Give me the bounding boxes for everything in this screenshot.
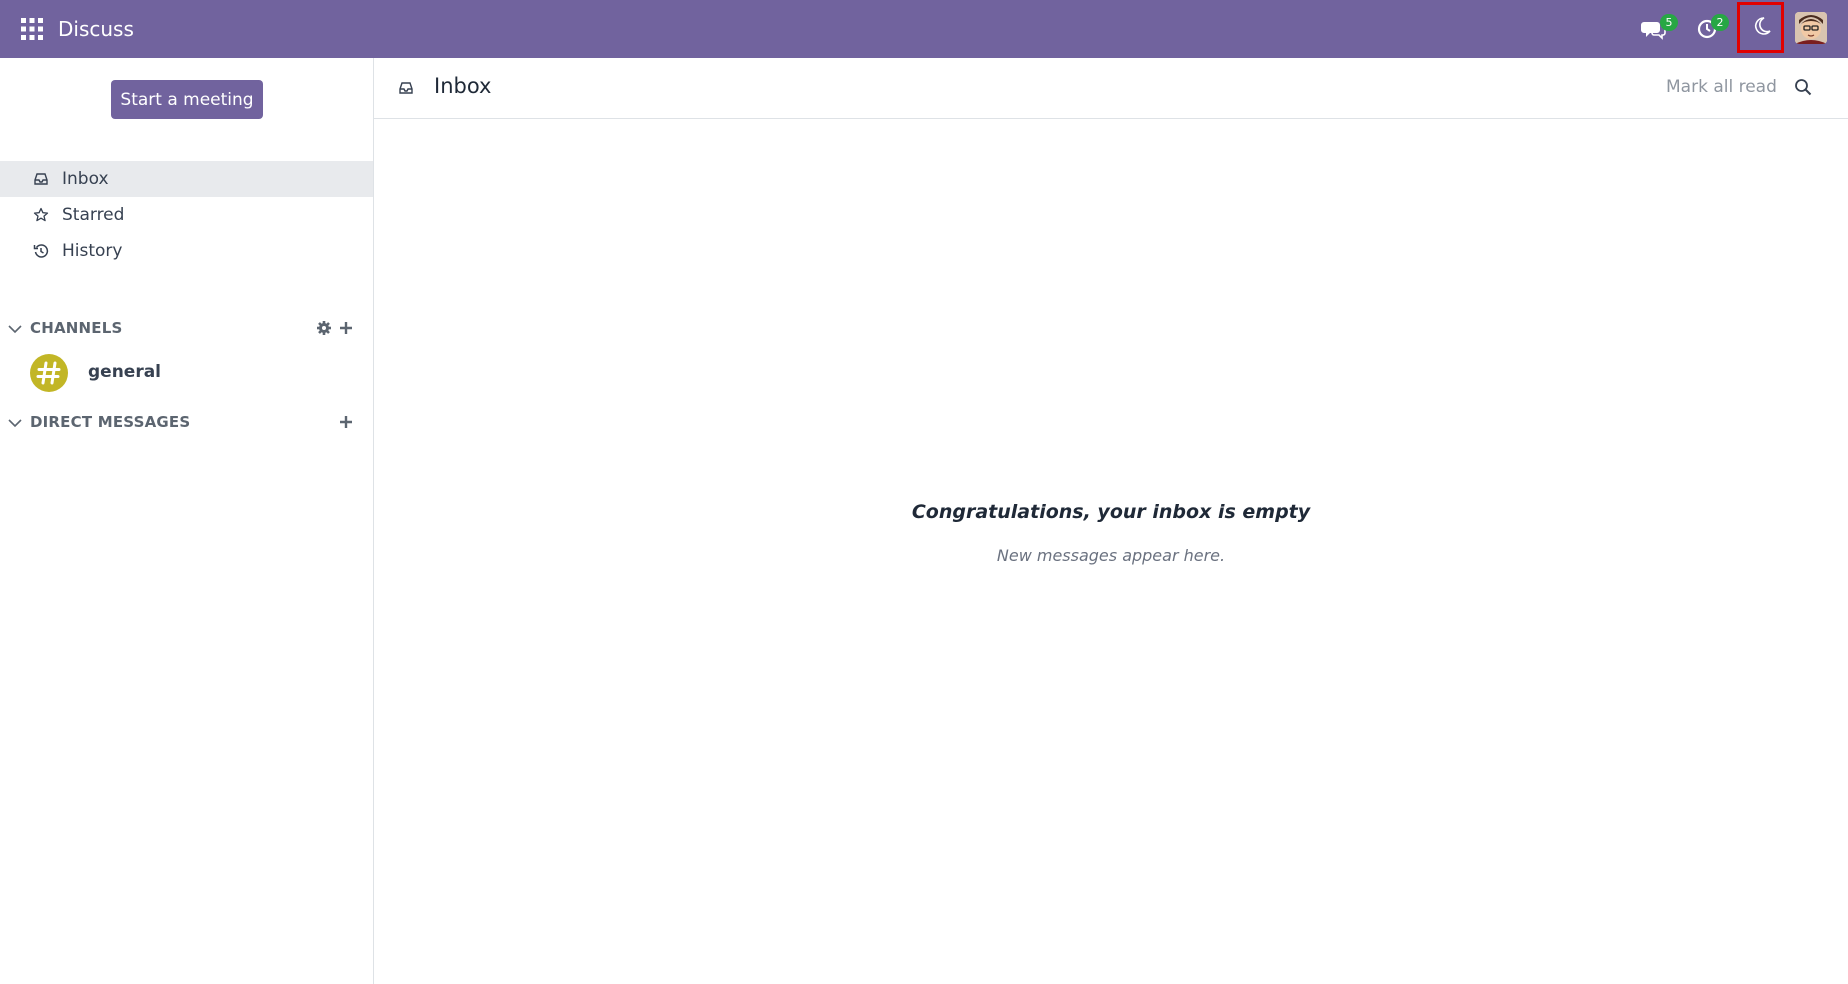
sidebar-item-label: Inbox	[62, 169, 109, 189]
user-avatar-image	[1795, 12, 1827, 44]
user-avatar[interactable]	[1795, 12, 1827, 44]
dark-mode-toggle[interactable]	[1737, 2, 1784, 53]
apps-menu-icon[interactable]	[20, 17, 44, 41]
chevron-down-icon[interactable]	[8, 416, 22, 430]
thread-title: Inbox	[434, 74, 492, 98]
history-icon	[33, 244, 49, 258]
gear-icon[interactable]	[316, 320, 332, 336]
discuss-sidebar: Start a meeting Inbox Starred History CH…	[0, 58, 374, 984]
star-icon	[33, 207, 49, 222]
hashtag-icon	[30, 354, 68, 392]
inbox-icon	[34, 173, 48, 185]
start-meeting-button[interactable]: Start a meeting	[111, 80, 263, 119]
chevron-down-icon[interactable]	[8, 322, 22, 336]
direct-messages-category: DIRECT MESSAGES	[0, 408, 373, 438]
empty-state-subtitle: New messages appear here.	[996, 546, 1226, 565]
add-chat-icon[interactable]	[338, 414, 354, 430]
messages-count-badge: 5	[1660, 14, 1678, 31]
messaging-menu-button[interactable]: 5	[1640, 14, 1678, 44]
sidebar-item-inbox[interactable]: Inbox	[0, 161, 373, 197]
empty-state-title: Congratulations, your inbox is empty	[911, 501, 1311, 523]
search-icon[interactable]	[1794, 78, 1812, 96]
channels-category-label[interactable]: CHANNELS	[30, 319, 123, 337]
thread-header: Inbox Mark all read	[374, 58, 1848, 119]
channels-category: CHANNELS	[0, 314, 373, 344]
direct-messages-category-label[interactable]: DIRECT MESSAGES	[30, 413, 190, 431]
channel-name: general	[88, 362, 162, 382]
sidebar-item-label: History	[62, 241, 123, 261]
activity-count-badge: 2	[1711, 14, 1729, 31]
sidebar-item-label: Starred	[62, 205, 125, 225]
sidebar-item-history[interactable]: History	[0, 233, 373, 269]
activity-menu-button[interactable]: 2	[1695, 14, 1729, 44]
channel-item-general[interactable]: general	[0, 350, 373, 398]
thread-view: Inbox Mark all read Congratulations, you…	[374, 58, 1848, 984]
top-navbar: Discuss 5 2	[0, 0, 1848, 58]
inbox-icon	[399, 82, 413, 94]
moon-icon	[1755, 17, 1771, 35]
app-name[interactable]: Discuss	[58, 15, 134, 43]
sidebar-item-starred[interactable]: Starred	[0, 197, 373, 233]
mark-all-read-button[interactable]: Mark all read	[1666, 77, 1777, 97]
add-channel-icon[interactable]	[338, 320, 354, 336]
